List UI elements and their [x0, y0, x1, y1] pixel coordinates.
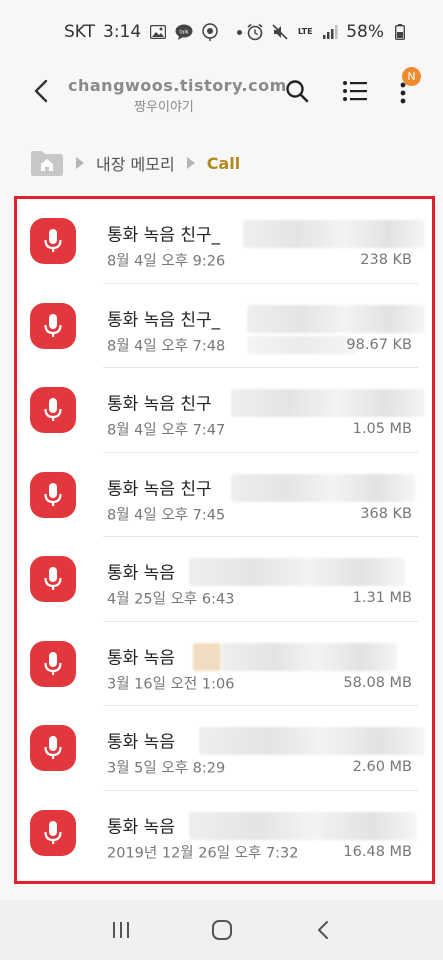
network-type-label: LTE [297, 27, 313, 36]
file-row[interactable]: 통화 녹음 2019년 12월 26일 오후 7:32 16.48 MB [17, 791, 432, 876]
breadcrumb-separator-icon [76, 157, 84, 169]
recent-apps-button[interactable] [101, 910, 141, 950]
mic-icon [30, 471, 76, 518]
back-button[interactable] [26, 76, 56, 106]
navigation-bar [0, 900, 443, 960]
mic-icon [30, 556, 76, 602]
signal-icon [321, 23, 339, 41]
file-date: 8월 4일 오후 7:48 [107, 338, 226, 354]
back-nav-button[interactable] [303, 910, 343, 950]
breadcrumb-separator-icon [186, 157, 195, 169]
mic-icon [30, 218, 76, 264]
file-date: 8월 4일 오후 7:45 [107, 507, 226, 523]
notification-badge: N [402, 67, 421, 86]
file-size: 238 KB [360, 252, 412, 268]
file-date: 3월 16일 오전 1:06 [107, 676, 235, 692]
file-list: 통화 녹음 친구_ 8월 4일 오후 9:26 238 KB 통화 녹음 친구_… [14, 196, 435, 884]
file-row[interactable]: 통화 녹음 친구 8월 4일 오후 7:45 368 KB [17, 453, 432, 537]
file-date: 8월 4일 오후 9:26 [107, 253, 226, 270]
breadcrumb-internal-storage[interactable]: 내장 메모리 [96, 151, 175, 175]
app-bar: changwoos.tistory.com 짱우이야기 N [0, 64, 443, 118]
mic-icon [30, 809, 76, 856]
more-notifications-dot [237, 29, 243, 35]
mic-icon [30, 387, 76, 433]
file-date: 4월 25일 오후 6:43 [107, 591, 235, 608]
carrier-label: SKT [64, 22, 96, 42]
file-row[interactable]: 통화 녹음 친구_ 8월 4일 오후 9:26 238 KB [17, 199, 432, 284]
home-nav-button[interactable] [202, 910, 242, 950]
status-bar: SKT 3:14 talk LTE 58% [0, 0, 443, 64]
file-name: 통화 녹음 [107, 648, 175, 668]
file-row[interactable]: 통화 녹음 3월 5일 오후 8:29 2.60 MB [17, 706, 432, 791]
watermark-url: changwoos.tistory.com [68, 76, 287, 95]
file-size: 16.48 MB [343, 843, 412, 860]
file-date: 3월 5일 오후 8:29 [107, 760, 226, 777]
file-name: 통화 녹음 [107, 732, 175, 753]
file-name: 통화 녹음 [107, 563, 175, 584]
file-size: 1.05 MB [352, 421, 412, 437]
file-row[interactable]: 통화 녹음 친구 8월 4일 오후 7:47 1.05 MB [17, 368, 432, 453]
file-row[interactable]: 통화 녹음 4월 25일 오후 6:43 1.31 MB [17, 537, 432, 622]
file-size: 1.31 MB [352, 590, 412, 606]
home-folder-icon [31, 151, 63, 176]
svg-text:talk: talk [180, 30, 189, 36]
more-vert-icon [400, 82, 406, 104]
location-icon [201, 23, 219, 41]
file-date: 2019년 12월 26일 오후 7:32 [107, 845, 299, 861]
battery-icon [391, 23, 409, 41]
mic-icon [30, 640, 76, 687]
breadcrumb-current-folder: Call [206, 153, 241, 173]
file-name: 통화 녹음 친구 [107, 479, 212, 499]
file-name: 통화 녹음 [107, 817, 175, 837]
battery-percent: 58% [346, 22, 384, 42]
search-button[interactable] [282, 76, 312, 106]
recent-apps-icon [112, 922, 129, 938]
file-name: 통화 녹음 친구_ [107, 310, 221, 330]
file-row[interactable]: 통화 녹음 3월 16일 오전 1:06 58.08 MB [17, 622, 432, 706]
watermark-name: 짱우이야기 [134, 100, 194, 115]
list-view-button[interactable] [340, 76, 370, 106]
breadcrumb: 내장 메모리 Call [30, 146, 240, 180]
file-row[interactable]: 통화 녹음 친구_ 8월 4일 오후 7:48 98.67 KB [17, 284, 432, 368]
file-date: 8월 4일 오후 7:47 [107, 422, 226, 439]
file-size: 2.60 MB [352, 759, 412, 775]
chat-icon: talk [175, 23, 193, 41]
file-size: 98.67 KB [346, 336, 412, 353]
file-size: 58.08 MB [343, 674, 412, 691]
back-nav-icon [317, 921, 328, 939]
mute-icon [271, 23, 289, 41]
file-name: 통화 녹음 친구 [107, 394, 212, 415]
home-icon [211, 920, 232, 940]
mic-icon [30, 302, 76, 349]
list-icon [343, 81, 367, 101]
gallery-icon [149, 23, 167, 41]
alarm-icon [246, 23, 264, 41]
back-arrow-icon [34, 79, 48, 103]
clock: 3:14 [103, 22, 142, 42]
home-button[interactable] [30, 148, 64, 178]
mic-icon [30, 725, 76, 771]
file-name: 통화 녹음 친구_ [107, 225, 221, 246]
watermark: changwoos.tistory.com 짱우이야기 [68, 76, 287, 115]
file-size: 368 KB [360, 505, 412, 522]
search-icon [286, 80, 309, 103]
